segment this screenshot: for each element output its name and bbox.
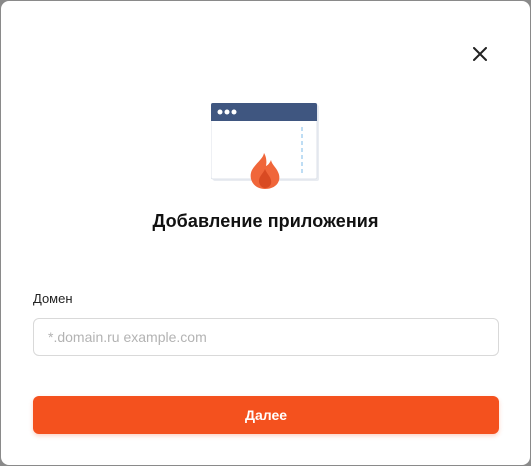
domain-label: Домен [33, 291, 73, 306]
dialog-title: Добавление приложения [152, 211, 379, 231]
add-application-dialog: Добавление приложения Домен Далее [1, 1, 530, 465]
browser-window-fire-icon [211, 103, 319, 189]
domain-input[interactable] [33, 318, 499, 356]
next-button[interactable]: Далее [33, 396, 499, 434]
close-button[interactable] [467, 41, 493, 67]
close-icon [473, 47, 487, 61]
